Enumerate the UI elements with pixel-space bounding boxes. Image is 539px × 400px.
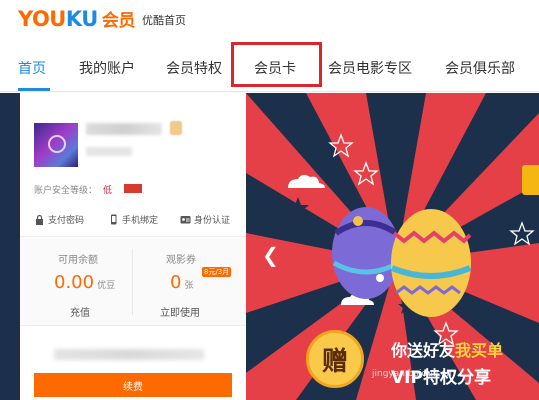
promo-line-1-highlight: 我买单 <box>455 341 504 360</box>
coupon-value: 0张 <box>170 272 193 293</box>
coupon-amount: 0 <box>170 272 182 293</box>
stats-divider <box>132 249 133 315</box>
coupon-unit: 张 <box>184 281 194 291</box>
blurred-user-info <box>86 147 132 156</box>
left-edge-bar <box>0 93 20 400</box>
logo-text-ku: KU <box>65 7 98 31</box>
youku-home-link[interactable]: 优酷首页 <box>142 12 186 28</box>
coupon-label: 观影券 <box>166 255 196 266</box>
id-verify-item[interactable]: 身份认证 <box>180 213 230 226</box>
balance-stats: 可用余额 0.00 优豆 充值 观影券 8元/3月 0张 立即使用 <box>20 236 246 326</box>
balance-label: 可用余额 <box>58 255 98 266</box>
nav-home[interactable]: 首页 <box>18 58 46 78</box>
balance-amount: 0.00 <box>54 272 95 293</box>
gift-badge: 赠 <box>306 330 364 388</box>
nav-my-account[interactable]: 我的账户 <box>79 58 135 78</box>
nav-vip-club[interactable]: 会员俱乐部 <box>445 58 515 78</box>
security-label: 账户安全等级： <box>34 186 98 196</box>
promo-banner[interactable]: ❮ 赠 你送好友我买单 VIP特权分享 jingyan.baidu.com <box>246 93 539 400</box>
pay-password-item[interactable]: 支付密码 <box>34 213 84 226</box>
phone-icon <box>108 214 119 225</box>
lock-icon <box>34 214 45 225</box>
use-coupon-link[interactable]: 立即使用 <box>160 304 200 319</box>
pay-password-label: 支付密码 <box>48 216 85 226</box>
gift-char: 赠 <box>321 346 348 377</box>
header: YOU KU 会员 优酷首页 <box>0 0 539 44</box>
promo-line-1-prefix: 你送好友 <box>391 341 456 360</box>
blurred-username <box>86 123 162 135</box>
security-level-value: 低 <box>103 186 113 196</box>
vip-level-icon <box>170 121 182 135</box>
phone-bind-item[interactable]: 手机绑定 <box>108 213 158 226</box>
phone-bind-label: 手机绑定 <box>122 216 159 226</box>
balance-value: 0.00 优豆 <box>54 272 115 293</box>
recharge-link[interactable]: 充值 <box>70 304 90 319</box>
balance-unit: 优豆 <box>97 281 116 291</box>
youku-vip-logo[interactable]: YOU KU 会员 <box>18 6 135 31</box>
security-level-bar <box>124 184 142 193</box>
account-panel: 账户安全等级： 低 支付密码 手机绑定 身份认证 可用余额 0.00 优豆 充值 … <box>20 93 246 400</box>
logo-text-you: YOU <box>18 7 66 31</box>
content-area: 账户安全等级： 低 支付密码 手机绑定 身份认证 可用余额 0.00 优豆 充值 … <box>0 93 539 400</box>
nav-vip-movies[interactable]: 会员电影专区 <box>328 58 412 78</box>
user-avatar[interactable] <box>34 123 78 167</box>
nav-active-underline <box>18 88 50 91</box>
banner-prev-arrow-icon[interactable]: ❮ <box>262 243 279 267</box>
watermark-text: jingyan.baidu.com <box>372 369 456 379</box>
logo-text-vip: 会员 <box>101 11 136 31</box>
renew-button[interactable]: 续费 <box>34 373 232 397</box>
security-level: 账户安全等级： 低 <box>34 183 112 196</box>
page: YOU KU 会员 优酷首页 首页 我的账户 会员特权 会员卡 会员电影专区 会… <box>0 0 539 400</box>
banner-side-tag <box>522 165 539 195</box>
blurred-info-row <box>54 349 204 360</box>
vip-card-highlight-box <box>231 42 322 87</box>
nav-vip-privileges[interactable]: 会员特权 <box>166 58 222 78</box>
coupon-badge: 8元/3月 <box>202 267 232 277</box>
id-verify-label: 身份认证 <box>194 216 231 226</box>
security-binds: 支付密码 手机绑定 身份认证 <box>34 213 240 227</box>
id-card-icon <box>180 214 191 225</box>
promo-line-1: 你送好友我买单 <box>391 337 503 361</box>
